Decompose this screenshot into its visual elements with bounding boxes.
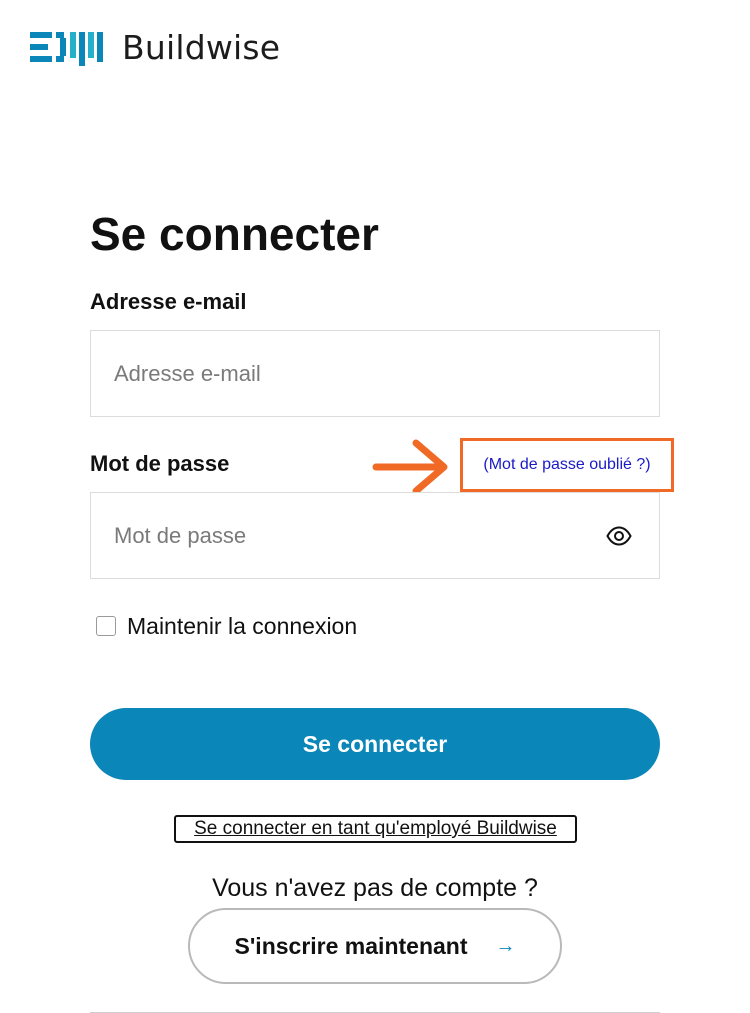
password-field[interactable] bbox=[90, 492, 660, 579]
signup-button[interactable]: S'inscrire maintenant → bbox=[188, 908, 562, 984]
email-field[interactable] bbox=[90, 330, 660, 417]
employee-login-link[interactable]: Se connecter en tant qu'employé Buildwis… bbox=[174, 815, 577, 843]
forgot-password-highlight: (Mot de passe oublié ?) bbox=[460, 438, 674, 492]
remember-label: Maintenir la connexion bbox=[127, 613, 358, 639]
password-input[interactable] bbox=[114, 493, 594, 578]
no-account-prompt: Vous n'avez pas de compte ? bbox=[212, 874, 538, 902]
password-label: Mot de passe bbox=[90, 451, 230, 476]
eye-icon[interactable] bbox=[606, 525, 632, 547]
page-title: Se connecter bbox=[90, 208, 379, 260]
signup-button-label: S'inscrire maintenant bbox=[234, 932, 468, 959]
brand-logo[interactable]: Buildwise bbox=[30, 28, 280, 68]
remember-checkbox[interactable] bbox=[96, 616, 116, 636]
email-label: Adresse e-mail bbox=[90, 289, 247, 314]
forgot-password-link[interactable]: (Mot de passe oublié ?) bbox=[483, 456, 650, 474]
remember-me[interactable]: Maintenir la connexion bbox=[96, 612, 357, 640]
arrow-right-icon: → bbox=[495, 934, 516, 957]
login-button[interactable]: Se connecter bbox=[90, 708, 660, 780]
buildwise-logo-icon bbox=[30, 32, 103, 66]
email-input[interactable] bbox=[114, 331, 594, 416]
brand-name: Buildwise bbox=[122, 28, 281, 67]
orange-arrow-icon bbox=[372, 439, 448, 495]
